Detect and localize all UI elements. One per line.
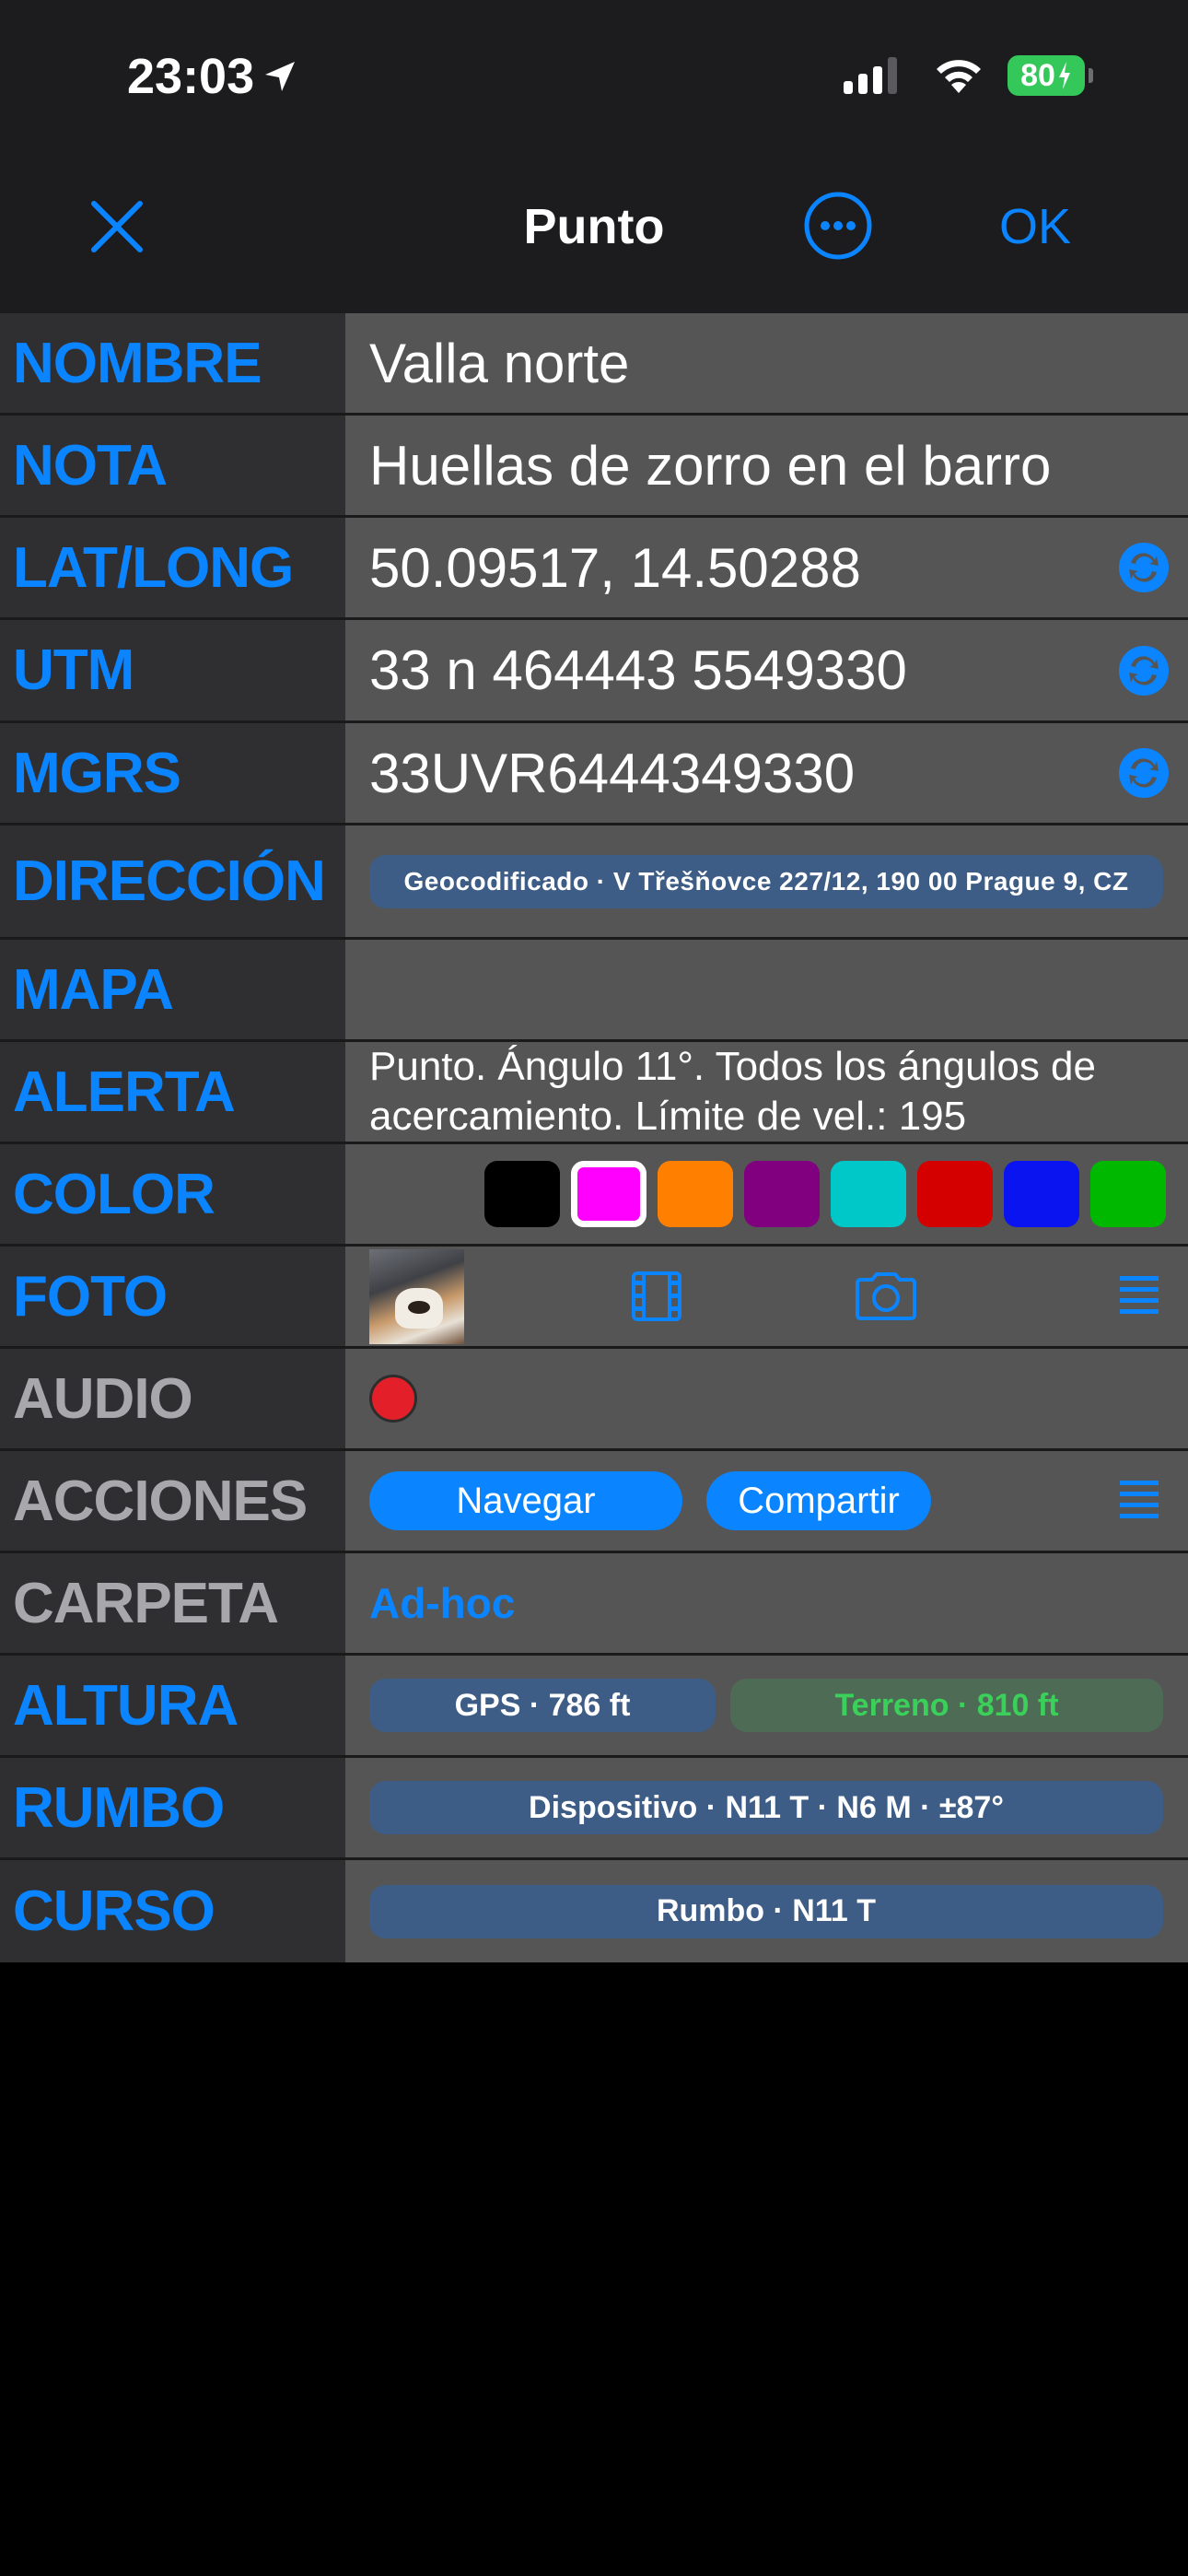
- nota-value: Huellas de zorro en el barro: [369, 434, 1052, 497]
- row-carpeta: CARPETA Ad-hoc: [0, 1553, 1188, 1656]
- alerta-label: ALERTA: [0, 1042, 345, 1142]
- row-foto: FOTO: [0, 1247, 1188, 1349]
- convert-icon[interactable]: [1118, 542, 1170, 593]
- color-swatch[interactable]: [484, 1161, 560, 1227]
- heading-button[interactable]: Dispositivo · N11 T · N6 M · ±87°: [369, 1781, 1163, 1834]
- altura-label: ALTURA: [0, 1656, 345, 1755]
- nombre-value: Valla norte: [369, 332, 630, 394]
- mapa-label: MAPA: [0, 940, 345, 1039]
- altura-field: GPS · 786 ft Terreno · 810 ft: [345, 1656, 1188, 1755]
- photo-thumbnail[interactable]: [369, 1248, 464, 1344]
- record-icon[interactable]: [369, 1375, 417, 1423]
- color-swatch[interactable]: [571, 1161, 646, 1227]
- navigate-button[interactable]: Navegar: [369, 1471, 682, 1530]
- utm-label: UTM: [0, 620, 345, 720]
- cellular-signal-icon: [844, 57, 903, 94]
- row-mgrs: MGRS 33UVR6444349330: [0, 723, 1188, 825]
- audio-field: [345, 1349, 1188, 1448]
- wifi-icon: [937, 60, 981, 93]
- list-icon[interactable]: [1118, 1477, 1160, 1525]
- direccion-field: Geocodificado · V Třešňovce 227/12, 190 …: [345, 825, 1188, 937]
- nota-field[interactable]: Huellas de zorro en el barro: [345, 416, 1188, 515]
- mgrs-label: MGRS: [0, 723, 345, 823]
- direccion-label: DIRECCIÓN: [0, 825, 345, 937]
- row-audio: AUDIO: [0, 1349, 1188, 1451]
- rumbo-field: Dispositivo · N11 T · N6 M · ±87°: [345, 1758, 1188, 1857]
- map-field[interactable]: [345, 940, 1188, 1039]
- convert-icon[interactable]: [1118, 645, 1170, 697]
- camera-icon[interactable]: [854, 1270, 918, 1322]
- convert-icon[interactable]: [1118, 747, 1170, 799]
- utm-field[interactable]: 33 n 464443 5549330: [345, 620, 1188, 720]
- status-bar: 23:03 80: [0, 0, 1188, 161]
- color-swatch[interactable]: [1004, 1161, 1079, 1227]
- row-nombre: NOMBRE Valla norte: [0, 313, 1188, 416]
- utm-value: 33 n 464443 5549330: [369, 639, 907, 701]
- audio-label: AUDIO: [0, 1349, 345, 1448]
- status-time: 23:03: [127, 48, 298, 105]
- row-curso: CURSO Rumbo · N11 T: [0, 1860, 1188, 1962]
- film-strip-icon[interactable]: [631, 1270, 682, 1322]
- row-direccion: DIRECCIÓN Geocodificado · V Třešňovce 22…: [0, 825, 1188, 940]
- color-swatch[interactable]: [1090, 1161, 1166, 1227]
- curso-field: Rumbo · N11 T: [345, 1860, 1188, 1962]
- carpeta-label: CARPETA: [0, 1553, 345, 1653]
- latlong-label: LAT/LONG: [0, 518, 345, 617]
- row-acciones: ACCIONES Navegar Compartir: [0, 1451, 1188, 1553]
- row-rumbo: RUMBO Dispositivo · N11 T · N6 M · ±87°: [0, 1758, 1188, 1860]
- latlong-value: 50.09517, 14.50288: [369, 536, 861, 599]
- color-swatch[interactable]: [917, 1161, 993, 1227]
- row-color: COLOR: [0, 1144, 1188, 1247]
- share-button[interactable]: Compartir: [706, 1471, 931, 1530]
- color-swatch[interactable]: [658, 1161, 733, 1227]
- row-altura: ALTURA GPS · 786 ft Terreno · 810 ft: [0, 1656, 1188, 1758]
- row-mapa: MAPA: [0, 940, 1188, 1042]
- latlong-field[interactable]: 50.09517, 14.50288: [345, 518, 1188, 617]
- acciones-field: Navegar Compartir: [345, 1451, 1188, 1551]
- folder-link[interactable]: Ad-hoc: [369, 1578, 515, 1628]
- more-options-icon[interactable]: [803, 191, 873, 261]
- detail-table: NOMBRE Valla norte NOTA Huellas de zorro…: [0, 313, 1188, 1962]
- status-indicators: 80: [844, 55, 1093, 96]
- rumbo-label: RUMBO: [0, 1758, 345, 1857]
- curso-label: CURSO: [0, 1860, 345, 1962]
- time-label: 23:03: [127, 49, 255, 104]
- foto-field: [345, 1247, 1188, 1346]
- row-utm: UTM 33 n 464443 5549330: [0, 620, 1188, 723]
- row-latlong: LAT/LONG 50.09517, 14.50288: [0, 518, 1188, 620]
- alerta-field[interactable]: Punto. Ángulo 11°. Todos los ángulos de …: [345, 1042, 1188, 1142]
- terrain-altitude-button[interactable]: Terreno · 810 ft: [730, 1679, 1163, 1732]
- navigation-bar: Punto OK: [0, 161, 1188, 313]
- battery-level: 80: [1020, 57, 1055, 93]
- mgrs-value: 33UVR6444349330: [369, 742, 856, 804]
- carpeta-field: Ad-hoc: [345, 1553, 1188, 1653]
- color-field: [345, 1144, 1188, 1244]
- color-swatches: [473, 1161, 1166, 1227]
- mgrs-field[interactable]: 33UVR6444349330: [345, 723, 1188, 823]
- row-alerta: ALERTA Punto. Ángulo 11°. Todos los ángu…: [0, 1042, 1188, 1144]
- color-label: COLOR: [0, 1144, 345, 1244]
- nombre-field[interactable]: Valla norte: [345, 313, 1188, 413]
- nombre-label: NOMBRE: [0, 313, 345, 413]
- ok-button[interactable]: OK: [999, 198, 1071, 255]
- battery-charging-icon: 80: [1007, 55, 1093, 96]
- foto-label: FOTO: [0, 1247, 345, 1346]
- nota-label: NOTA: [0, 416, 345, 515]
- alerta-value: Punto. Ángulo 11°. Todos los ángulos de …: [369, 1044, 1096, 1139]
- color-swatch[interactable]: [831, 1161, 906, 1227]
- gps-altitude-button[interactable]: GPS · 786 ft: [369, 1679, 716, 1732]
- acciones-label: ACCIONES: [0, 1451, 345, 1551]
- geocoded-address-button[interactable]: Geocodificado · V Třešňovce 227/12, 190 …: [369, 854, 1163, 908]
- row-nota: NOTA Huellas de zorro en el barro: [0, 416, 1188, 518]
- list-icon[interactable]: [1118, 1272, 1160, 1320]
- course-button[interactable]: Rumbo · N11 T: [369, 1884, 1163, 1938]
- color-swatch[interactable]: [744, 1161, 820, 1227]
- location-arrow-icon: [265, 62, 296, 91]
